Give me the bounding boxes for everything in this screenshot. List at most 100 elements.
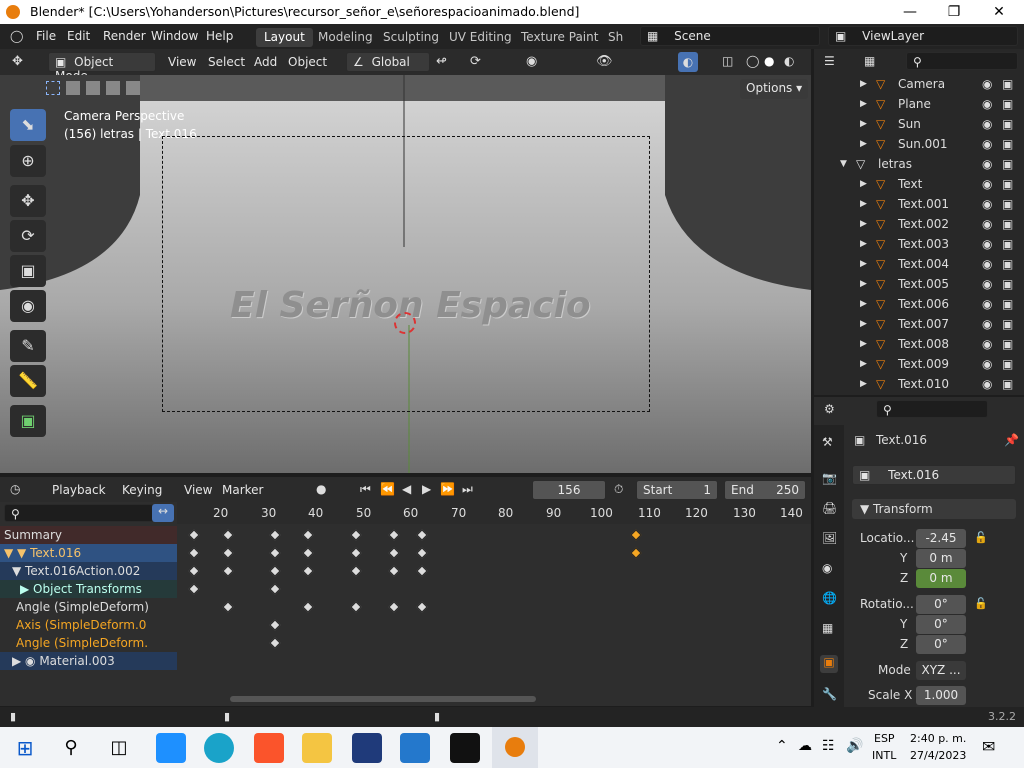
properties-editor-icon[interactable]: ⚙ xyxy=(824,402,835,416)
keyframe-icon[interactable] xyxy=(350,529,362,541)
outliner-editor-icon[interactable]: ☰ xyxy=(824,54,835,68)
keyframe-icon[interactable] xyxy=(269,547,281,559)
end-frame-field[interactable]: End 250 xyxy=(724,480,806,500)
keyframe-icon[interactable] xyxy=(302,601,314,613)
collection-tab-icon[interactable]: ▦ xyxy=(822,621,833,635)
outliner-item[interactable]: ▶ ▽ Sun.001 ◉ ▣ xyxy=(814,134,1024,154)
prev-keyframe-button[interactable]: ⏪ xyxy=(380,482,395,496)
keyframe-icon[interactable] xyxy=(188,547,200,559)
keyframe-icon[interactable] xyxy=(416,565,428,577)
start-frame-field[interactable]: Start 1 xyxy=(636,480,718,500)
keyframe-icon[interactable] xyxy=(269,565,281,577)
keyframe-icon[interactable] xyxy=(388,547,400,559)
menu-window[interactable]: Window xyxy=(151,29,198,43)
eye-icon[interactable]: ◉ xyxy=(982,214,992,234)
eye-icon[interactable]: ◉ xyxy=(982,154,992,174)
add-cube-tool-icon[interactable]: ▣ xyxy=(10,405,46,437)
outliner-item[interactable]: ▶ ▽ Text.002 ◉ ▣ xyxy=(814,214,1024,234)
keyframe-icon[interactable] xyxy=(630,547,642,559)
outliner-item[interactable]: ▶ ▽ Camera ◉ ▣ xyxy=(814,74,1024,94)
view-layer-selector[interactable]: ▣ ViewLayer xyxy=(828,26,1018,46)
vscode-icon[interactable] xyxy=(400,733,430,763)
select-invert-icon[interactable] xyxy=(106,81,120,95)
tab-shading[interactable]: Sh xyxy=(600,28,631,47)
render-toggle-icon[interactable]: ▣ xyxy=(1002,314,1013,334)
expand-icon[interactable]: ▶ xyxy=(860,314,867,334)
rotate-tool-icon[interactable]: ⟳ xyxy=(10,220,46,252)
select-new-icon[interactable] xyxy=(46,81,60,95)
rotation-mode-select[interactable]: XYZ ... xyxy=(916,661,966,680)
outliner-item[interactable]: ▶ ▽ Text.001 ◉ ▣ xyxy=(814,194,1024,214)
eye-icon[interactable]: ◉ xyxy=(982,314,992,334)
outliner-item[interactable]: ▼ ▽ letras ◉ ▣ xyxy=(814,154,1024,174)
menu-playback[interactable]: Playback xyxy=(52,483,106,497)
clock-date[interactable]: 27/4/2023 xyxy=(910,749,966,762)
keyframe-icon[interactable] xyxy=(416,601,428,613)
location-y-field[interactable]: 0 m xyxy=(916,549,966,568)
scale-x-field[interactable]: 1.000 xyxy=(916,686,966,705)
tab-sculpting[interactable]: Sculpting xyxy=(375,28,447,47)
rotation-x-field[interactable]: 0° xyxy=(916,595,966,614)
eye-icon[interactable]: ◉ xyxy=(982,174,992,194)
search-icon[interactable]: ⚲ xyxy=(56,733,86,763)
menu-view[interactable]: View xyxy=(168,55,196,69)
snap-icon[interactable]: ⟳ xyxy=(470,54,481,69)
keyframe-icon[interactable] xyxy=(388,565,400,577)
expand-icon[interactable]: ▶ xyxy=(860,334,867,354)
eye-icon[interactable]: ◉ xyxy=(982,334,992,354)
horizontal-scrollbar[interactable] xyxy=(230,696,536,702)
keyframe-icon[interactable] xyxy=(221,565,234,577)
render-toggle-icon[interactable]: ▣ xyxy=(1002,254,1013,274)
channel-search-input[interactable]: ⚲ xyxy=(4,504,154,522)
outliner-item[interactable]: ▶ ▽ Text.006 ◉ ▣ xyxy=(814,294,1024,314)
options-button[interactable]: Options ▾ xyxy=(740,79,809,99)
transform-tool-icon[interactable]: ◉ xyxy=(10,290,46,322)
orientation-selector[interactable]: ∠ Global xyxy=(346,52,430,72)
keyframe-area[interactable] xyxy=(177,526,811,676)
channel-fcurve[interactable]: Axis (SimpleDeform.0 xyxy=(0,616,177,634)
current-frame-field[interactable]: 156 xyxy=(532,480,606,500)
keyframe-icon[interactable] xyxy=(188,583,200,595)
menu-keying[interactable]: Keying xyxy=(122,483,162,497)
record-button[interactable]: ● xyxy=(316,482,326,496)
tab-layout[interactable]: Layout xyxy=(256,28,313,47)
outliner-item[interactable]: ▶ ▽ Text.005 ◉ ▣ xyxy=(814,274,1024,294)
channel-material[interactable]: ▶ ◉ Material.003 xyxy=(0,652,177,670)
outliner-item[interactable]: ▶ ▽ Text.003 ◉ ▣ xyxy=(814,234,1024,254)
select-extend-icon[interactable] xyxy=(66,81,80,95)
timeline-editor-icon[interactable]: ◷ xyxy=(10,482,20,496)
render-toggle-icon[interactable]: ▣ xyxy=(1002,234,1013,254)
jump-start-button[interactable]: ⏮ xyxy=(360,482,371,497)
keyframe-icon[interactable] xyxy=(416,529,428,541)
render-toggle-icon[interactable]: ▣ xyxy=(1002,194,1013,214)
world-tab-icon[interactable]: 🌐 xyxy=(822,591,837,605)
expand-icon[interactable]: ▼ xyxy=(840,154,847,174)
jump-end-button[interactable]: ⏭ xyxy=(462,482,473,497)
outliner-item[interactable]: ▶ ▽ Text.010 ◉ ▣ xyxy=(814,374,1024,394)
eye-icon[interactable]: ◉ xyxy=(982,294,992,314)
eye-icon[interactable]: ◉ xyxy=(982,234,992,254)
blender-menu-icon[interactable]: ◯ xyxy=(10,29,23,43)
keyframe-icon[interactable] xyxy=(188,529,200,541)
render-toggle-icon[interactable]: ▣ xyxy=(1002,74,1013,94)
keyframe-icon[interactable] xyxy=(269,583,281,595)
scene-selector[interactable]: ▦ Scene xyxy=(640,26,820,46)
render-toggle-icon[interactable]: ▣ xyxy=(1002,274,1013,294)
select-intersect-icon[interactable] xyxy=(126,81,140,95)
wireframe-shading-icon[interactable]: ◯ xyxy=(746,54,759,68)
display-mode-icon[interactable]: ▦ xyxy=(864,54,875,68)
maximize-button[interactable]: ❐ xyxy=(931,0,977,24)
expand-icon[interactable]: ▶ xyxy=(860,214,867,234)
keyframe-icon[interactable] xyxy=(269,529,281,541)
onedrive-icon[interactable]: ☁ xyxy=(798,738,812,754)
timeline-area[interactable]: ⚲ ↔ 20 30 40 50 60 70 80 90 100 110 120 … xyxy=(0,502,811,706)
keyboard-layout[interactable]: INTL xyxy=(872,749,896,762)
output-tab-icon[interactable]: 🖨 xyxy=(822,501,837,515)
eye-icon[interactable]: ◉ xyxy=(982,114,992,134)
editor-type-icon[interactable]: ✥ xyxy=(12,54,23,69)
brave-icon[interactable] xyxy=(254,733,284,763)
keyframe-icon[interactable] xyxy=(188,565,200,577)
keyframe-icon[interactable] xyxy=(302,565,314,577)
menu-add[interactable]: Add xyxy=(254,55,277,69)
select-subtract-icon[interactable] xyxy=(86,81,100,95)
